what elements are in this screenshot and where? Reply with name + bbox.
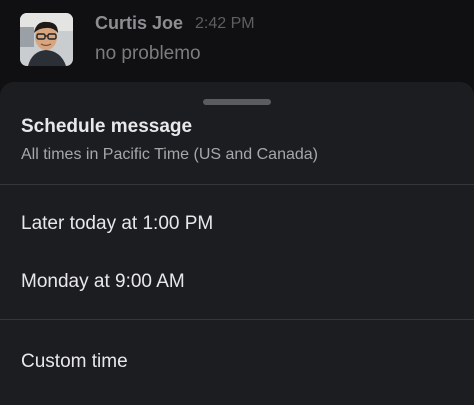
option-later-today[interactable]: Later today at 1:00 PM xyxy=(0,199,474,249)
avatar[interactable] xyxy=(20,13,73,66)
timezone-subtitle: All times in Pacific Time (US and Canada… xyxy=(21,146,318,163)
sheet-title: Schedule message xyxy=(21,116,193,137)
message-timestamp: 2:42 PM xyxy=(195,15,255,32)
option-label: Later today at 1:00 PM xyxy=(21,213,214,234)
message-row[interactable]: Curtis Joe 2:42 PM no problemo xyxy=(0,0,474,90)
option-label: Monday at 9:00 AM xyxy=(21,271,185,292)
message-text: no problemo xyxy=(95,43,201,64)
schedule-message-sheet: Schedule message All times in Pacific Ti… xyxy=(0,82,474,405)
option-custom-time[interactable]: Custom time xyxy=(0,337,474,387)
option-monday-morning[interactable]: Monday at 9:00 AM xyxy=(0,257,474,307)
divider xyxy=(0,184,474,185)
option-label: Custom time xyxy=(21,351,128,372)
sender-name[interactable]: Curtis Joe xyxy=(95,13,183,34)
divider xyxy=(0,319,474,320)
drag-handle[interactable] xyxy=(203,99,271,105)
